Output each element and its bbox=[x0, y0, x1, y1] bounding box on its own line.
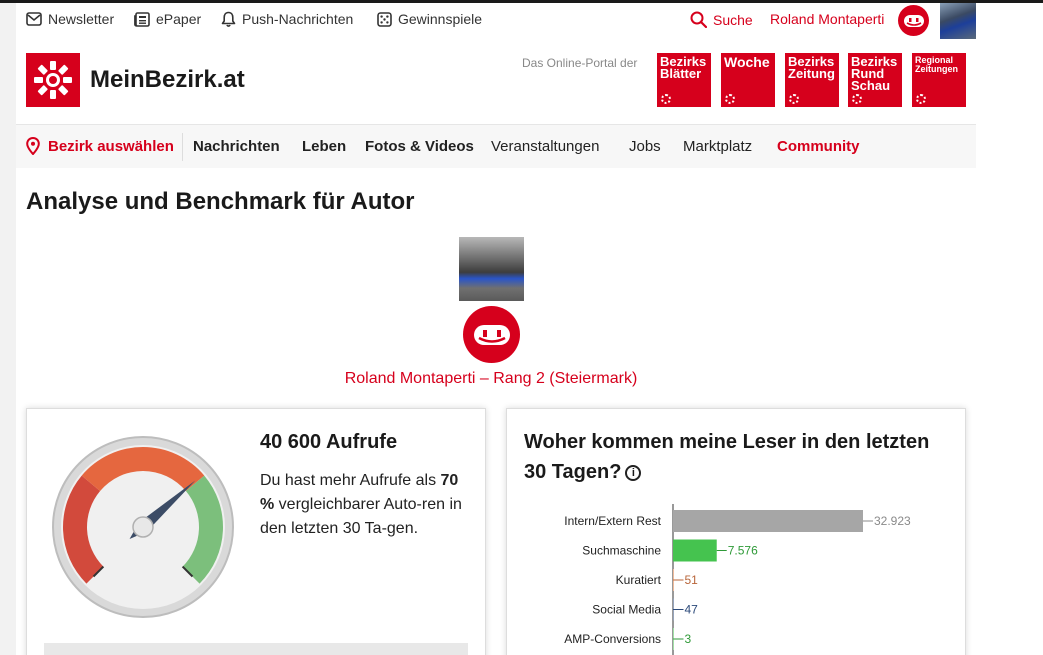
nav-leben[interactable]: Leben bbox=[302, 138, 346, 155]
user-name: Roland Montaperti bbox=[770, 11, 885, 27]
paper-line: Zeitungen bbox=[915, 64, 958, 74]
chart-value-label: 32.923 bbox=[874, 514, 911, 528]
epaper-label: ePaper bbox=[156, 11, 202, 27]
gewinnspiele-link[interactable]: Gewinnspiele bbox=[377, 11, 482, 27]
newsletter-label: Newsletter bbox=[48, 11, 115, 27]
readers-card: Woher kommen meine Leser in den letzten … bbox=[506, 408, 966, 655]
right-gutter bbox=[976, 3, 1043, 655]
sources-chart: Intern/Extern Rest 32.923 Suchmaschine 7.57… bbox=[564, 504, 911, 655]
bell-icon bbox=[221, 11, 236, 27]
paper-regionalzeitungen[interactable]: Regional Zeitungen bbox=[912, 53, 966, 107]
brand-logo[interactable]: MeinBezirk.at bbox=[26, 53, 245, 107]
views-gauge bbox=[52, 436, 234, 618]
user-logo-icon[interactable] bbox=[898, 5, 929, 36]
chart-bar bbox=[673, 510, 863, 532]
nav-community[interactable]: Community bbox=[777, 138, 860, 155]
nav-fotos-videos[interactable]: Fotos & Videos bbox=[365, 138, 474, 155]
push-label: Push-Nachrichten bbox=[242, 11, 354, 27]
views-title: 40 600 Aufrufe bbox=[260, 431, 398, 453]
user-avatar[interactable] bbox=[940, 3, 976, 39]
epaper-link[interactable]: ePaper bbox=[134, 11, 201, 27]
search-label: Suche bbox=[713, 11, 753, 28]
nav-nachrichten[interactable]: Nachrichten bbox=[193, 138, 280, 155]
brand-name: MeinBezirk.at bbox=[90, 66, 245, 93]
brand-sun-icon bbox=[26, 53, 80, 107]
page: Newsletter ePaper Push-Nachrichten Gewin… bbox=[16, 3, 976, 655]
chart-category-label: Suchmaschine bbox=[582, 544, 661, 558]
chart-bar bbox=[673, 628, 674, 650]
chart-value-label: 51 bbox=[685, 573, 699, 587]
paper-bezirksrundschau[interactable]: Bezirks Rund Schau bbox=[848, 53, 902, 107]
nav-marktplatz[interactable]: Marktplatz bbox=[683, 138, 752, 155]
chart-bar bbox=[673, 598, 674, 621]
paper-dot-icon bbox=[916, 94, 926, 104]
portal-label: Das Online-Portal der bbox=[522, 56, 638, 70]
paper-bezirksblaetter[interactable]: Bezirks Blätter bbox=[657, 53, 711, 107]
paper-dot-icon bbox=[852, 94, 862, 104]
author-rank: Rang 2 (Steiermark) bbox=[493, 370, 638, 387]
chart-bar bbox=[673, 569, 674, 591]
chart-bar bbox=[673, 539, 717, 562]
chart-value-label: 7.576 bbox=[728, 544, 758, 558]
search-link[interactable]: Suche bbox=[690, 11, 753, 28]
newspaper-icon bbox=[134, 11, 150, 27]
paper-line: Zeitung bbox=[788, 66, 835, 81]
utility-bar: Newsletter ePaper Push-Nachrichten Gewin… bbox=[16, 3, 976, 39]
paper-line: Schau bbox=[851, 78, 891, 93]
location-pin-icon bbox=[26, 137, 40, 155]
views-text-after: vergleichbarer Auto-ren in den letzten 3… bbox=[260, 496, 462, 537]
user-menu[interactable]: Roland Montaperti bbox=[770, 11, 884, 27]
paper-line: Blätter bbox=[660, 66, 702, 81]
author-photo bbox=[459, 237, 524, 301]
paper-dot-icon bbox=[789, 94, 799, 104]
bezirk-label: Bezirk auswählen bbox=[48, 137, 174, 155]
nav-veranstaltungen[interactable]: Veranstaltungen bbox=[491, 138, 599, 155]
push-link[interactable]: Push-Nachrichten bbox=[221, 11, 353, 27]
paper-dot-icon bbox=[725, 94, 735, 104]
chart-category-label: Intern/Extern Rest bbox=[564, 514, 661, 528]
views-card-footer bbox=[44, 643, 468, 655]
readers-title-text: Woher kommen meine Leser in den letzten … bbox=[524, 431, 930, 483]
chart-category-label: Social Media bbox=[592, 603, 661, 617]
gauge-hub bbox=[132, 516, 154, 538]
paper-bezirkszeitung[interactable]: Bezirks Zeitung bbox=[785, 53, 839, 107]
chart-value-label: 3 bbox=[685, 632, 692, 646]
paper-line: Woche bbox=[724, 54, 770, 70]
smile-logo-icon bbox=[903, 14, 924, 27]
mail-icon bbox=[26, 12, 42, 26]
views-text-before: Du hast mehr Aufrufe als bbox=[260, 472, 441, 489]
paper-woche[interactable]: Woche bbox=[721, 53, 775, 107]
bezirk-select[interactable]: Bezirk auswählen bbox=[26, 137, 174, 155]
dice-icon bbox=[377, 11, 392, 27]
views-card: 40 600 Aufrufe Du hast mehr Aufrufe als … bbox=[26, 408, 486, 655]
newsletter-link[interactable]: Newsletter bbox=[26, 11, 114, 27]
main-nav: Bezirk auswählen Nachrichten Leben Fotos… bbox=[16, 124, 976, 168]
nav-jobs[interactable]: Jobs bbox=[629, 138, 661, 155]
paper-dot-icon bbox=[661, 94, 671, 104]
left-gutter bbox=[0, 3, 16, 655]
views-text: Du hast mehr Aufrufe als 70 % vergleichb… bbox=[260, 469, 475, 541]
nav-divider bbox=[182, 133, 183, 161]
gewinnspiele-label: Gewinnspiele bbox=[398, 11, 483, 27]
search-icon bbox=[690, 11, 707, 28]
chart-value-label: 47 bbox=[685, 603, 699, 617]
chart-category-label: AMP-Conversions bbox=[564, 632, 661, 646]
page-title: Analyse und Benchmark für Autor bbox=[26, 188, 415, 215]
author-logo-icon bbox=[463, 306, 520, 363]
chart-category-label: Kuratiert bbox=[616, 573, 662, 587]
author-line: Roland Montaperti – Rang 2 (Steiermark) bbox=[16, 370, 966, 388]
info-icon[interactable]: i bbox=[625, 465, 642, 481]
readers-title: Woher kommen meine Leser in den letzten … bbox=[524, 427, 944, 487]
author-name-link[interactable]: Roland Montaperti bbox=[345, 370, 476, 387]
author-separator: – bbox=[475, 370, 494, 387]
